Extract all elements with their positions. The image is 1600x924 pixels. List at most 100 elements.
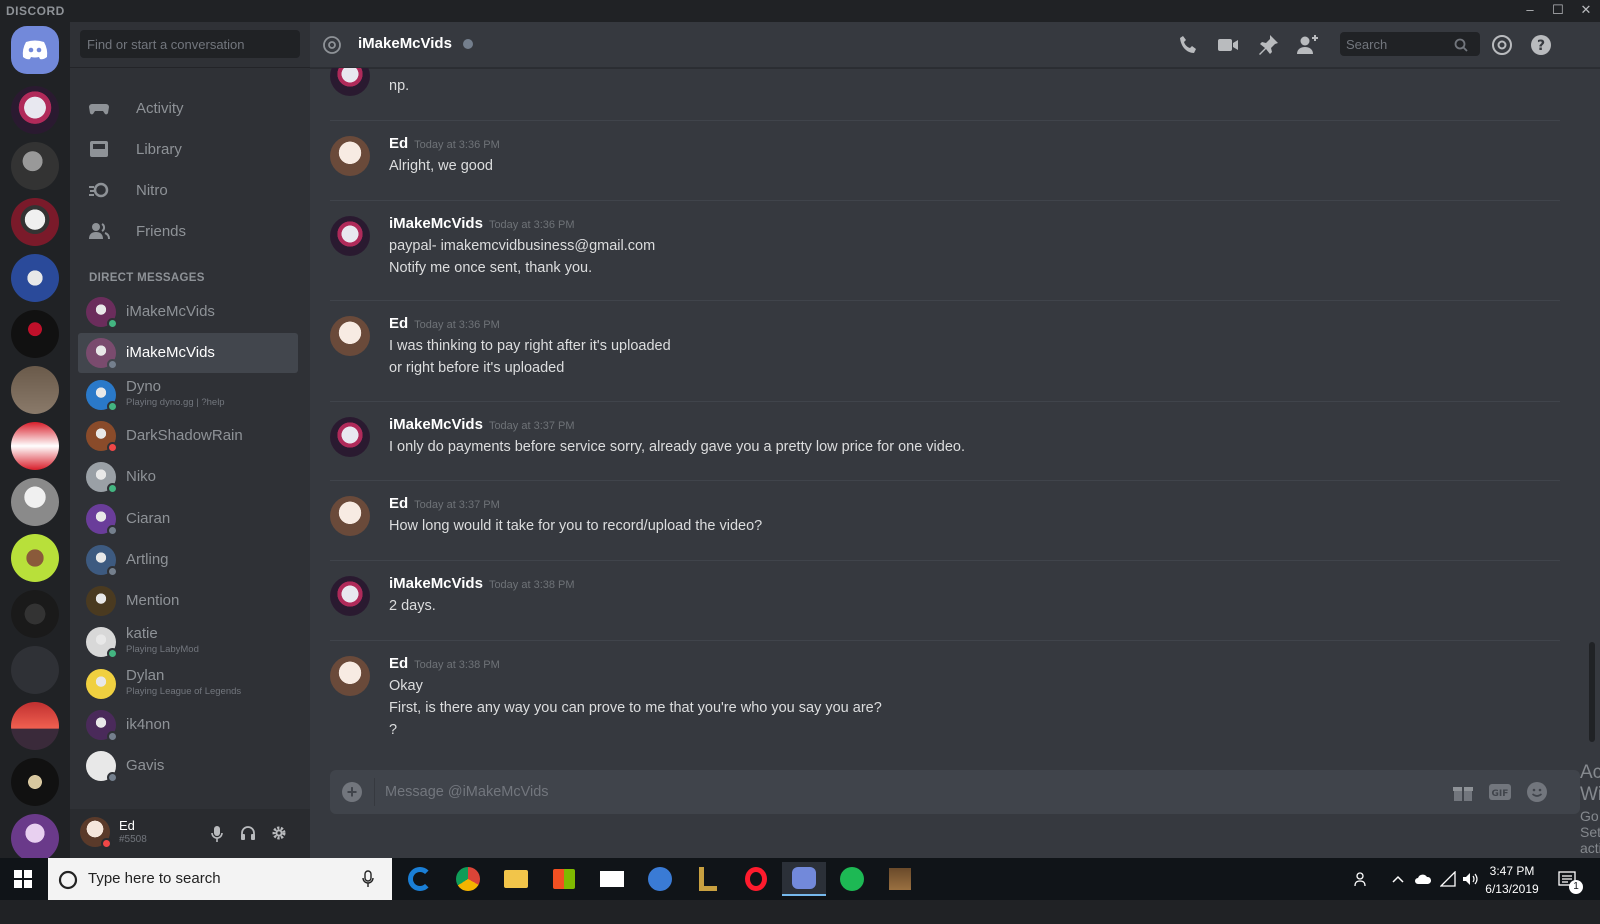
upload-plus-icon[interactable]: + [342, 782, 362, 802]
taskbar-search-input[interactable]: Type here to search [48, 858, 392, 900]
message-timestamp: Today at 3:36 PM [414, 319, 500, 331]
add-friend-icon[interactable] [1295, 33, 1319, 57]
server-icon[interactable] [11, 198, 59, 246]
windows-start-icon[interactable] [14, 870, 32, 888]
server-icon[interactable] [11, 590, 59, 638]
author-name[interactable]: iMakeMcVids [389, 416, 483, 433]
chat-header: iMakeMcVids Search ? [310, 22, 1600, 68]
maximize-button[interactable]: ☐ [1544, 2, 1572, 20]
video-call-icon[interactable] [1216, 33, 1240, 57]
server-icon[interactable] [11, 758, 59, 806]
gift-icon[interactable] [1452, 782, 1474, 802]
chevron-up-icon[interactable] [1392, 874, 1404, 884]
server-icon[interactable] [11, 366, 59, 414]
app-icon[interactable] [638, 862, 682, 896]
mentions-icon[interactable] [1490, 33, 1514, 57]
server-icon[interactable] [11, 142, 59, 190]
author-name[interactable]: Ed [389, 655, 408, 672]
nav-nitro[interactable]: Nitro [78, 170, 302, 210]
avatar[interactable] [330, 417, 370, 457]
dm-sidebar: Find or start a conversation Activity Li… [70, 22, 310, 858]
server-icon[interactable] [11, 86, 59, 134]
gif-icon[interactable]: GIF [1488, 782, 1512, 802]
dm-item[interactable]: Gavis [78, 746, 298, 786]
message-input[interactable]: Message @iMakeMcVids [385, 784, 549, 800]
dm-item[interactable]: Mention [78, 581, 298, 621]
dm-item[interactable]: Dylan Playing League of Legends [78, 664, 298, 704]
author-name[interactable]: iMakeMcVids [389, 215, 483, 232]
find-conversation-input[interactable]: Find or start a conversation [80, 30, 300, 58]
message-author[interactable]: iMakeMcVids Today at 3:36 PM [389, 215, 575, 232]
minimize-button[interactable]: – [1516, 2, 1544, 20]
minecraft-icon[interactable] [878, 862, 922, 896]
message-author[interactable]: iMakeMcVids Today at 3:37 PM [389, 416, 575, 433]
dm-item[interactable]: Dyno Playing dyno.gg | ?help [78, 375, 298, 415]
pin-icon[interactable] [1256, 33, 1280, 57]
discord-taskbar-icon[interactable] [782, 862, 826, 896]
author-name[interactable]: Ed [389, 315, 408, 332]
dm-item[interactable]: iMakeMcVids [78, 333, 298, 374]
avatar[interactable] [330, 656, 370, 696]
voice-call-icon[interactable] [1177, 33, 1201, 57]
emoji-icon[interactable] [1526, 781, 1548, 803]
message-text: I was thinking to pay right after it's u… [389, 338, 671, 354]
dm-item[interactable]: DarkShadowRain [78, 416, 298, 456]
dm-name: ik4non [126, 716, 171, 733]
dm-item[interactable]: Ciaran [78, 499, 298, 539]
server-icon[interactable] [11, 646, 59, 694]
store-icon[interactable] [542, 862, 586, 896]
dm-item[interactable]: Niko [78, 457, 298, 497]
dm-item[interactable]: Artling [78, 540, 298, 580]
chrome-icon[interactable] [446, 862, 490, 896]
message-timestamp: Today at 3:38 PM [414, 659, 500, 671]
message-author[interactable]: Ed Today at 3:36 PM [389, 135, 500, 152]
nav-activity[interactable]: Activity [78, 88, 302, 128]
home-button[interactable] [11, 26, 59, 74]
headphones-icon[interactable] [240, 825, 256, 841]
microphone-icon[interactable] [210, 825, 224, 843]
dm-item[interactable]: iMakeMcVids [78, 292, 298, 332]
server-icon[interactable] [11, 814, 59, 862]
message-timestamp: Today at 3:38 PM [488, 579, 575, 591]
microphone-icon[interactable] [362, 870, 374, 888]
close-window-button[interactable]: ✕ [1572, 2, 1600, 20]
message-author[interactable]: Ed Today at 3:38 PM [389, 655, 500, 672]
avatar[interactable] [330, 316, 370, 356]
server-icon[interactable] [11, 478, 59, 526]
server-icon[interactable] [11, 254, 59, 302]
message-composer[interactable]: + Message @iMakeMcVids GIF [330, 770, 1580, 814]
server-icon[interactable] [11, 702, 59, 750]
help-icon[interactable]: ? [1529, 33, 1553, 57]
avatar[interactable] [330, 216, 370, 256]
nav-library[interactable]: Library [78, 129, 302, 169]
message-author[interactable]: Ed Today at 3:37 PM [389, 495, 500, 512]
wifi-icon[interactable] [1440, 871, 1456, 887]
volume-icon[interactable] [1462, 871, 1478, 887]
onedrive-cloud-icon[interactable] [1414, 873, 1432, 885]
avatar[interactable] [330, 496, 370, 536]
mail-icon[interactable] [590, 862, 634, 896]
message-author[interactable]: Ed Today at 3:36 PM [389, 315, 500, 332]
server-icon[interactable] [11, 534, 59, 582]
spotify-icon[interactable] [830, 862, 874, 896]
people-icon[interactable] [1354, 871, 1370, 887]
avatar[interactable] [330, 68, 370, 96]
file-explorer-icon[interactable] [494, 862, 538, 896]
server-icon[interactable] [11, 310, 59, 358]
opera-icon[interactable] [734, 862, 778, 896]
clock-date[interactable]: 6/13/2019 [1482, 882, 1542, 924]
avatar[interactable] [330, 576, 370, 616]
server-icon[interactable] [11, 422, 59, 470]
author-name[interactable]: Ed [389, 135, 408, 152]
scrollbar[interactable] [1589, 642, 1595, 742]
avatar[interactable] [330, 136, 370, 176]
author-name[interactable]: iMakeMcVids [389, 575, 483, 592]
league-of-legends-icon[interactable] [686, 862, 730, 896]
message-author[interactable]: iMakeMcVids Today at 3:38 PM [389, 575, 575, 592]
dm-item[interactable]: ik4non [78, 705, 298, 745]
dm-item[interactable]: katie Playing LabyMod [78, 622, 298, 662]
settings-gear-icon[interactable] [271, 825, 287, 841]
nav-friends[interactable]: Friends [78, 211, 302, 251]
edge-browser-icon[interactable] [398, 862, 442, 896]
author-name[interactable]: Ed [389, 495, 408, 512]
